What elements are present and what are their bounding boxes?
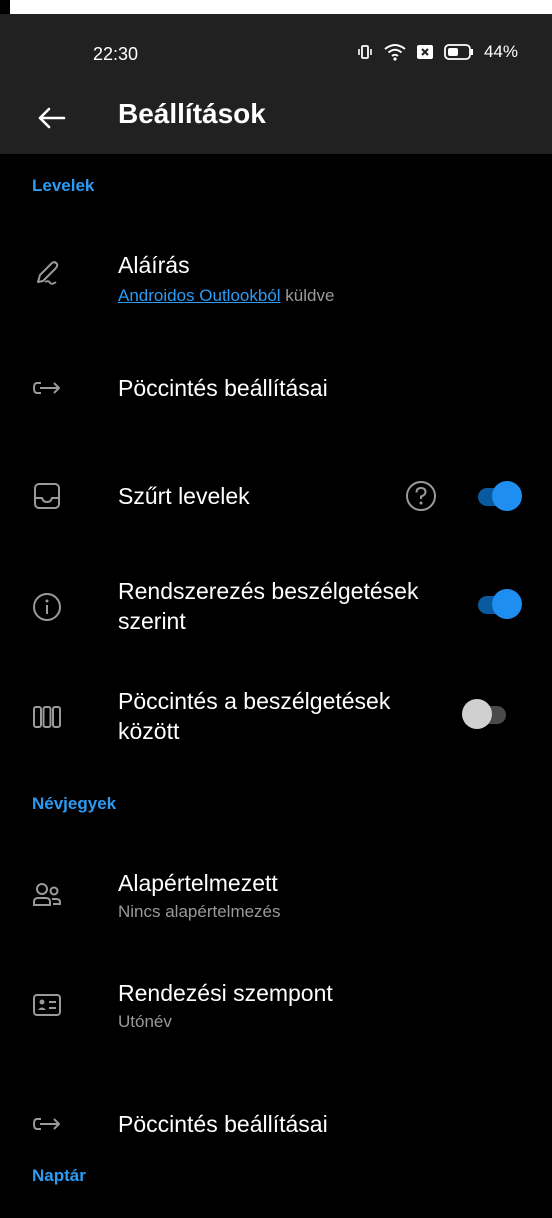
swipe-options-row[interactable]: Pöccintés beállításai — [0, 360, 552, 416]
signature-link[interactable]: Androidos Outlookból — [118, 286, 281, 305]
columns-icon — [33, 706, 61, 728]
top-strip-mark — [0, 0, 10, 14]
contact-card-icon — [33, 994, 61, 1016]
default-contacts-label: Alapértelmezett — [118, 870, 278, 896]
organize-by-thread-toggle[interactable] — [474, 588, 522, 620]
sort-by-label: Rendezési szempont — [118, 980, 333, 1006]
people-icon — [33, 883, 61, 906]
default-contacts-value: Nincs alapértelmezés — [118, 902, 281, 921]
app-header: 22:30 44% Beállítások — [0, 14, 552, 154]
sim-disabled-icon — [416, 45, 433, 59]
default-contacts-row[interactable]: Alapértelmezett Nincs alapértelmezés — [0, 862, 552, 932]
top-strip — [0, 0, 552, 14]
sort-by-row[interactable]: Rendezési szempont Utónév — [0, 972, 552, 1042]
status-icons: 44% — [356, 42, 518, 62]
focused-inbox-row[interactable]: Szűrt levelek — [0, 466, 552, 526]
organize-by-thread-label-line2: szerint — [118, 608, 186, 634]
organize-by-thread-row[interactable]: Rendszerezés beszélgetések szerint — [0, 574, 552, 640]
signature-suffix: küldve — [280, 286, 335, 305]
wifi-icon — [384, 44, 406, 61]
help-question-icon[interactable] — [405, 480, 437, 512]
swipe-between-conversations-label-line2: között — [118, 718, 180, 744]
toggle-thumb — [462, 699, 492, 729]
section-header-calendar: Naptár — [32, 1166, 86, 1185]
swipe-between-conversations-toggle[interactable] — [462, 698, 510, 730]
signature-label: Aláírás — [118, 252, 190, 278]
app-bar: Beállítások — [0, 88, 552, 152]
battery-icon — [444, 44, 473, 60]
focused-inbox-toggle[interactable] — [474, 480, 522, 512]
swipe-options-label: Pöccintés beállításai — [118, 375, 328, 401]
swipe-arrow-icon — [32, 382, 60, 394]
contacts-swipe-options-label: Pöccintés beállításai — [118, 1111, 328, 1137]
inbox-tray-icon — [34, 483, 60, 509]
swipe-arrow-icon — [32, 1118, 60, 1130]
contacts-swipe-options-row[interactable]: Pöccintés beállításai — [0, 1096, 552, 1152]
signature-pen-icon — [37, 261, 59, 285]
section-header-contacts: Névjegyek — [32, 794, 117, 813]
page-title: Beállítások — [118, 98, 266, 129]
back-arrow-icon[interactable] — [30, 96, 74, 140]
signature-value: Androidos Outlookból küldve — [118, 286, 334, 306]
focused-inbox-label: Szűrt levelek — [118, 483, 250, 509]
toggle-thumb — [492, 589, 522, 619]
status-time: 22:30 — [93, 44, 139, 64]
info-icon — [33, 593, 61, 621]
organize-by-thread-label-line1: Rendszerezés beszélgetések — [118, 578, 419, 604]
signature-row[interactable]: Aláírás Androidos Outlookból küldve — [0, 238, 552, 328]
section-header-mail: Levelek — [32, 176, 95, 195]
battery-percent: 44% — [483, 42, 518, 61]
sort-by-value: Utónév — [118, 1012, 172, 1031]
swipe-between-conversations-label-line1: Pöccintés a beszélgetések — [118, 688, 391, 714]
vibrate-icon — [358, 45, 372, 59]
toggle-thumb — [492, 481, 522, 511]
swipe-between-conversations-row[interactable]: Pöccintés a beszélgetések között — [0, 684, 552, 750]
